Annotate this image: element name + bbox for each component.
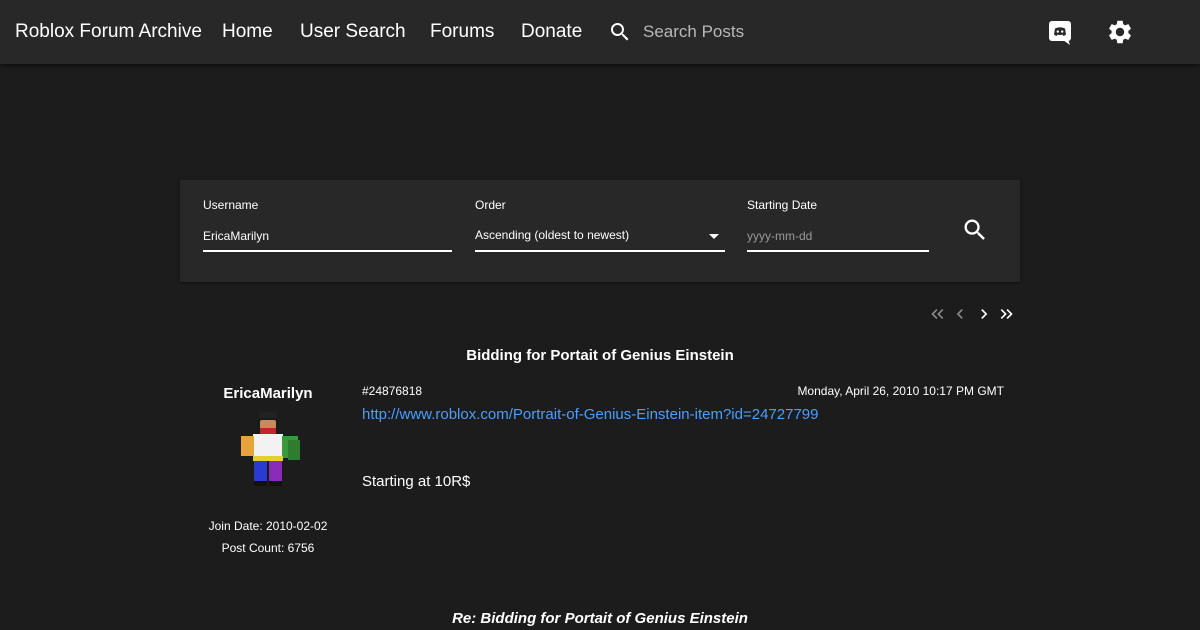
post-body-text: Starting at 10R$ (362, 473, 471, 490)
search-icon[interactable] (608, 20, 632, 44)
username-label: Username (203, 198, 259, 212)
post-author-name[interactable]: EricaMarilyn (180, 385, 356, 402)
thread-title: Bidding for Portait of Genius Einstein (466, 347, 734, 364)
search-icon[interactable] (961, 216, 989, 244)
author-post-count: Post Count: 6756 (221, 541, 315, 555)
next-page-icon[interactable] (974, 304, 994, 324)
starting-date-control (747, 226, 929, 252)
post-timestamp: Monday, April 26, 2010 10:17 PM GMT (797, 384, 1004, 398)
order-field: Order Ascending (oldest to newest) (475, 198, 725, 252)
nav-user-search-link[interactable]: User Search (300, 21, 406, 43)
nav-forums-link[interactable]: Forums (430, 21, 494, 43)
top-app-bar: Roblox Forum Archive Home User Search Fo… (0, 0, 1200, 64)
order-label: Order (475, 198, 506, 212)
discord-icon[interactable] (1046, 18, 1074, 46)
previous-page-icon[interactable] (950, 304, 970, 324)
nav-home-link[interactable]: Home (222, 21, 273, 43)
starting-date-input[interactable] (747, 229, 929, 247)
settings-gear-icon[interactable] (1106, 18, 1134, 46)
post-body-link[interactable]: http://www.roblox.com/Portrait-of-Genius… (362, 406, 818, 423)
reply-post-title: Re: Bidding for Portait of Genius Einste… (452, 610, 748, 627)
post-search (608, 18, 908, 46)
post-id[interactable]: #24876818 (362, 384, 422, 398)
author-join-date: Join Date: 2010-02-02 (208, 519, 328, 533)
starting-date-label: Starting Date (747, 198, 818, 212)
starting-date-field: Starting Date (747, 198, 929, 252)
order-select[interactable]: Ascending (oldest to newest) (475, 226, 725, 252)
nav-donate-link[interactable]: Donate (521, 21, 582, 43)
user-search-panel: Username Order Ascending (oldest to newe… (180, 180, 1020, 282)
avatar[interactable] (233, 410, 305, 490)
username-control (203, 226, 452, 252)
username-input[interactable] (203, 229, 452, 247)
dropdown-arrow-icon[interactable] (709, 234, 719, 239)
site-brand[interactable]: Roblox Forum Archive (15, 21, 202, 43)
last-page-icon[interactable] (996, 304, 1016, 324)
order-selected-value: Ascending (oldest to newest) (475, 228, 630, 242)
username-field: Username (203, 198, 452, 252)
first-page-icon[interactable] (928, 304, 948, 324)
search-posts-input[interactable] (643, 22, 883, 42)
